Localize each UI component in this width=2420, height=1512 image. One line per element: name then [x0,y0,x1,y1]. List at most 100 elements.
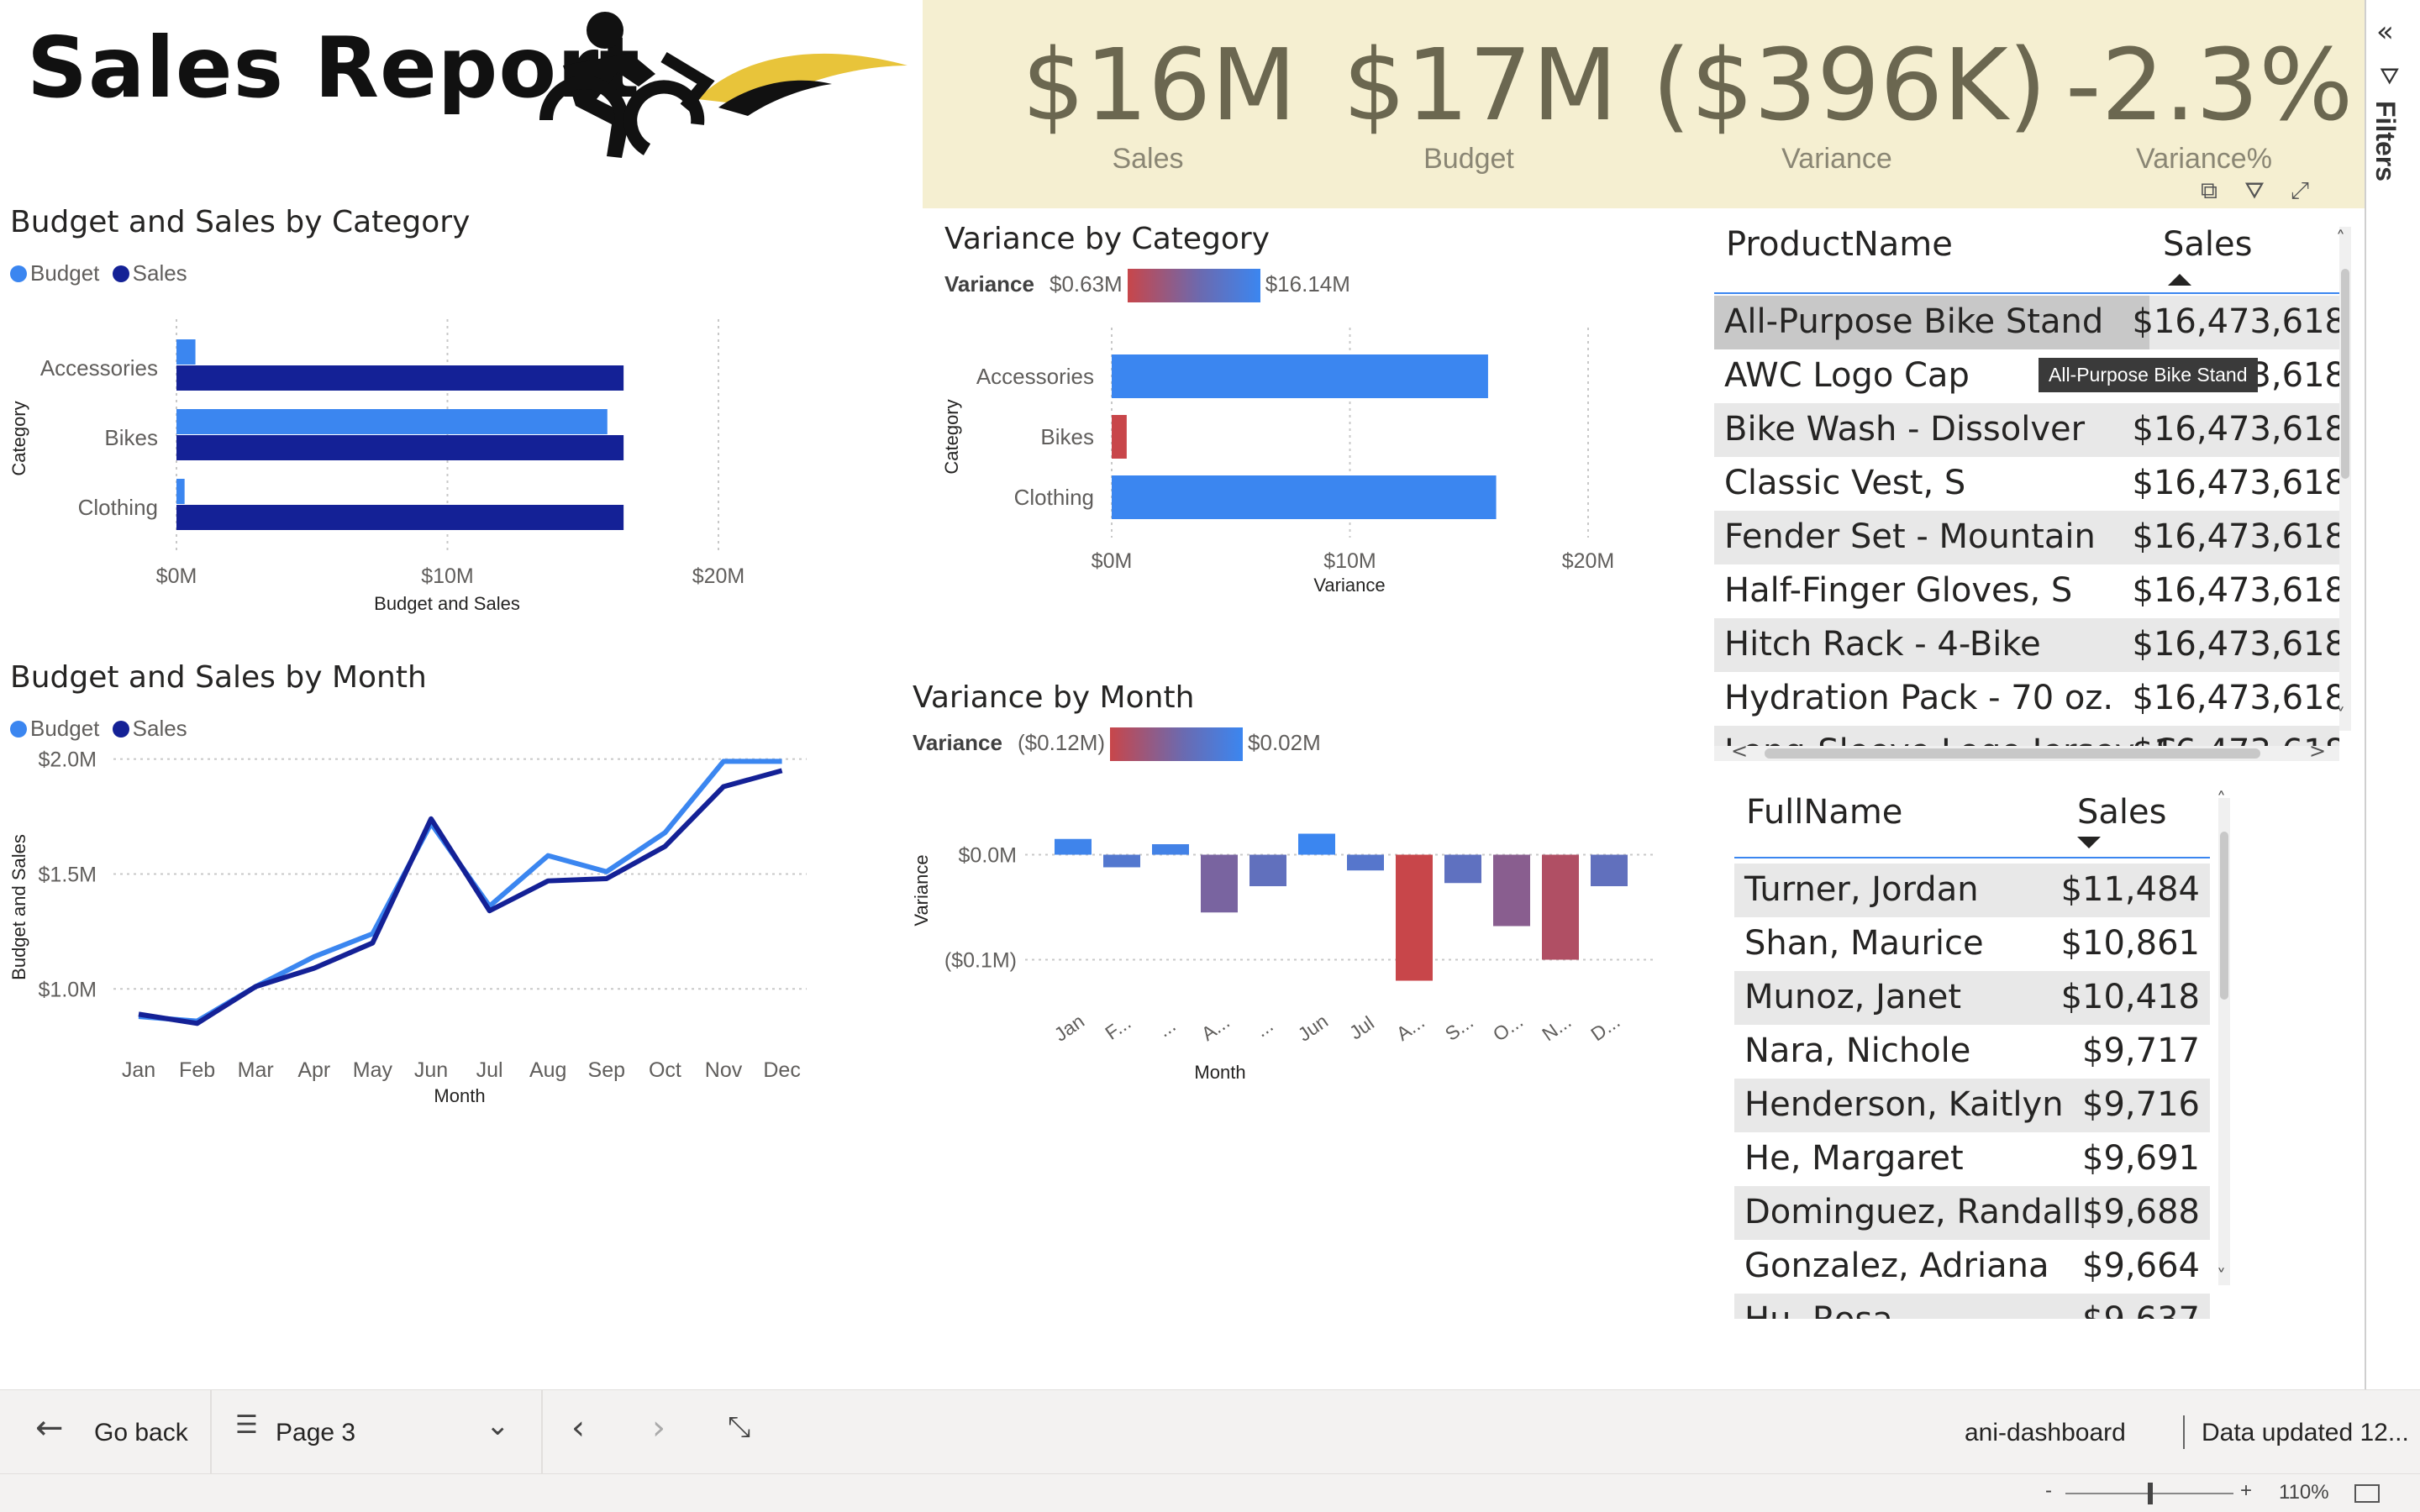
zoom-slider-thumb[interactable] [2148,1483,2153,1504]
table-row[interactable]: Hydration Pack - 70 oz. $16,473,618 [1714,672,2339,726]
x-tick-label: Jan [122,1058,155,1082]
chevrons-left-icon[interactable]: « [2376,15,2394,49]
scroll-right-icon[interactable]: > [2309,739,2326,763]
x-tick-label: Mar [238,1058,274,1082]
legend-item-budget-month[interactable]: Budget [10,716,99,741]
table-row[interactable]: He, Margaret $9,691 [1734,1132,2210,1186]
customer-sales-cell: $9,691 [2082,1139,2200,1178]
column-header-sales[interactable]: Sales [2163,225,2252,264]
x-tick-label: S... [1441,1011,1477,1045]
gradient-legend-month-bar [1110,727,1244,761]
legend-dot-sales-month [112,721,129,738]
y-axis-title: Variance [911,854,932,926]
product-table-hscroll[interactable] [1714,746,2339,761]
page-selector-label: Page 3 [276,1419,356,1446]
table-row[interactable]: Munoz, Janet $10,418 [1734,971,2210,1025]
gradient-legend-max: $16.14M [1265,270,1350,297]
copy-icon[interactable]: ⧉ [2191,173,2227,208]
kpi-budget-value: $17M [1343,27,1618,143]
legend-item-sales[interactable]: Sales [112,260,187,286]
header-divider [1714,292,2349,294]
y-tick-label: $2.0M [39,748,97,772]
variance-month-chart[interactable]: $0.0M ($0.1M) Month Variance Jan F...... A....… [908,790,1664,1092]
customer-table-vscroll-thumb[interactable] [2220,832,2228,1000]
kpi-budget[interactable]: $17M Budget [1343,27,1618,176]
table-row[interactable]: All-Purpose Bike Stand $16,473,618 [1714,296,2339,349]
x-tick-label: Jun [1294,1010,1332,1046]
product-name-cell: Bike Wash - Dissolver [1724,410,2086,449]
column-header-productname[interactable]: ProductName [1726,225,1953,264]
variance-month-bar [1249,854,1286,886]
table-row[interactable]: Shan, Maurice $10,861 [1734,917,2210,971]
table-row[interactable]: Classic Vest, S $16,473,618 [1714,457,2339,511]
product-table-vscroll-thumb[interactable] [2341,269,2349,479]
x-axis-title: Month [434,1085,485,1106]
product-table-hscroll-thumb[interactable] [1765,748,2260,759]
table-row[interactable]: Hu, Rosa $9,637 [1734,1294,2210,1319]
customer-sales-cell: $9,688 [2082,1193,2200,1231]
table-row[interactable]: Gonzalez, Adriana $9,664 [1734,1240,2210,1294]
product-table-vscroll[interactable] [2339,227,2351,731]
zoom-level: 110% [2279,1481,2329,1504]
focus-mode-icon[interactable]: ⤢ [2282,173,2317,208]
table-row[interactable]: Turner, Jordan $11,484 [1734,864,2210,917]
budget-sales-category-chart[interactable]: $0M $10M $20M Budget and Sales Category Acces… [0,302,840,630]
table-row[interactable]: Hitch Rack - 4-Bike $16,473,618 [1714,618,2339,672]
exit-fullscreen-icon[interactable]: ⤡ [728,1410,750,1444]
table-row[interactable]: Henderson, Kaitlyn $9,716 [1734,1079,2210,1132]
customer-sales-cell: $10,861 [2060,924,2200,963]
table-row[interactable]: Nara, Nichole $9,717 [1734,1025,2210,1079]
arrow-left-icon: ← [35,1409,64,1447]
kpi-variance-pct-value: -2.3% [2065,27,2354,143]
product-name-cell: All-Purpose Bike Stand [1724,302,2104,341]
sort-descending-icon [2077,837,2101,848]
gradient-legend-month-min: ($0.12M) [1017,729,1106,755]
scroll-left-icon[interactable]: < [1731,739,1748,763]
go-back-button[interactable]: ← Go back [0,1390,212,1474]
table-row[interactable]: Half-Finger Gloves, S $16,473,618 [1714,564,2339,618]
x-tick-label: $20M [1562,549,1615,573]
gradient-legend-variance-month: Variance ($0.12M) $0.02M [913,727,1321,761]
variance-month-bar [1493,854,1530,927]
gradient-legend-min: $0.63M [1049,270,1123,297]
legend-label-sales: Sales [132,260,187,286]
table-row[interactable]: Fender Set - Mountain $16,473,618 [1714,511,2339,564]
zoom-in-button[interactable]: + [2240,1479,2252,1503]
page-selector[interactable]: ☰ Page 3 ⌄ [212,1390,543,1474]
column-header-fullname[interactable]: FullName [1746,793,1902,832]
report-canvas: Sales Report $16M Sales $17M Budget ($39… [0,0,2420,1512]
scroll-down-icon[interactable]: ˅ [2336,706,2345,727]
kpi-variance-pct[interactable]: -2.3% Variance% [2065,27,2354,176]
fit-to-page-icon[interactable] [2354,1484,2380,1503]
table-row[interactable]: Bike Wash - Dissolver $16,473,618 [1714,403,2339,457]
x-axis-title: Budget and Sales [374,593,520,614]
kpi-variance[interactable]: ($396K) Variance [1652,30,2047,176]
gradient-legend-variance-category: Variance $0.63M $16.14M [944,269,1350,302]
budget-sales-month-chart[interactable]: $1.0M $1.5M $2.0M Jan Feb Mar Apr May Jun Jul Aug S… [0,748,840,1117]
customer-scroll-up-icon[interactable]: ˄ [2217,790,2226,811]
customer-name-cell: Munoz, Janet [1744,978,1962,1016]
scroll-up-icon[interactable]: ˄ [2336,228,2345,249]
product-sales-table[interactable]: ProductName Sales All-Purpose Bike Stand… [1714,215,2349,761]
variance-bar [1112,354,1488,398]
kpi-sales[interactable]: $16M Sales [1022,30,1297,176]
customer-scroll-down-icon[interactable]: ˅ [2217,1267,2226,1288]
product-sales-cell: $16,473,618 [2132,302,2339,341]
variance-category-chart[interactable]: $0M $10M $20M Variance Category Accessories Bi… [924,319,1647,622]
customer-sales-table[interactable]: FullName Sales Turner, Jordan $11,484 Shan… [1734,780,2215,1319]
x-tick-label: $0M [1092,549,1133,573]
filter-icon[interactable]: ⛛ [2237,173,2272,208]
variance-bar [1112,475,1497,519]
previous-page-icon[interactable]: ‹ [571,1409,585,1447]
customer-name-cell: He, Margaret [1744,1139,1964,1178]
next-page-icon[interactable]: › [652,1409,666,1447]
sales-bar [176,435,624,460]
legend-item-sales-month[interactable]: Sales [112,716,187,741]
variance-month-bar [1542,854,1579,960]
column-header-customer-sales[interactable]: Sales [2077,793,2166,832]
table-row[interactable]: Dominguez, Randall $9,688 [1734,1186,2210,1240]
zoom-out-button[interactable]: - [2045,1479,2052,1503]
customer-table-vscroll[interactable] [2218,798,2230,1285]
filters-pane-collapsed[interactable]: « ⛛ Filters [2365,0,2420,1389]
legend-item-budget[interactable]: Budget [10,260,99,286]
